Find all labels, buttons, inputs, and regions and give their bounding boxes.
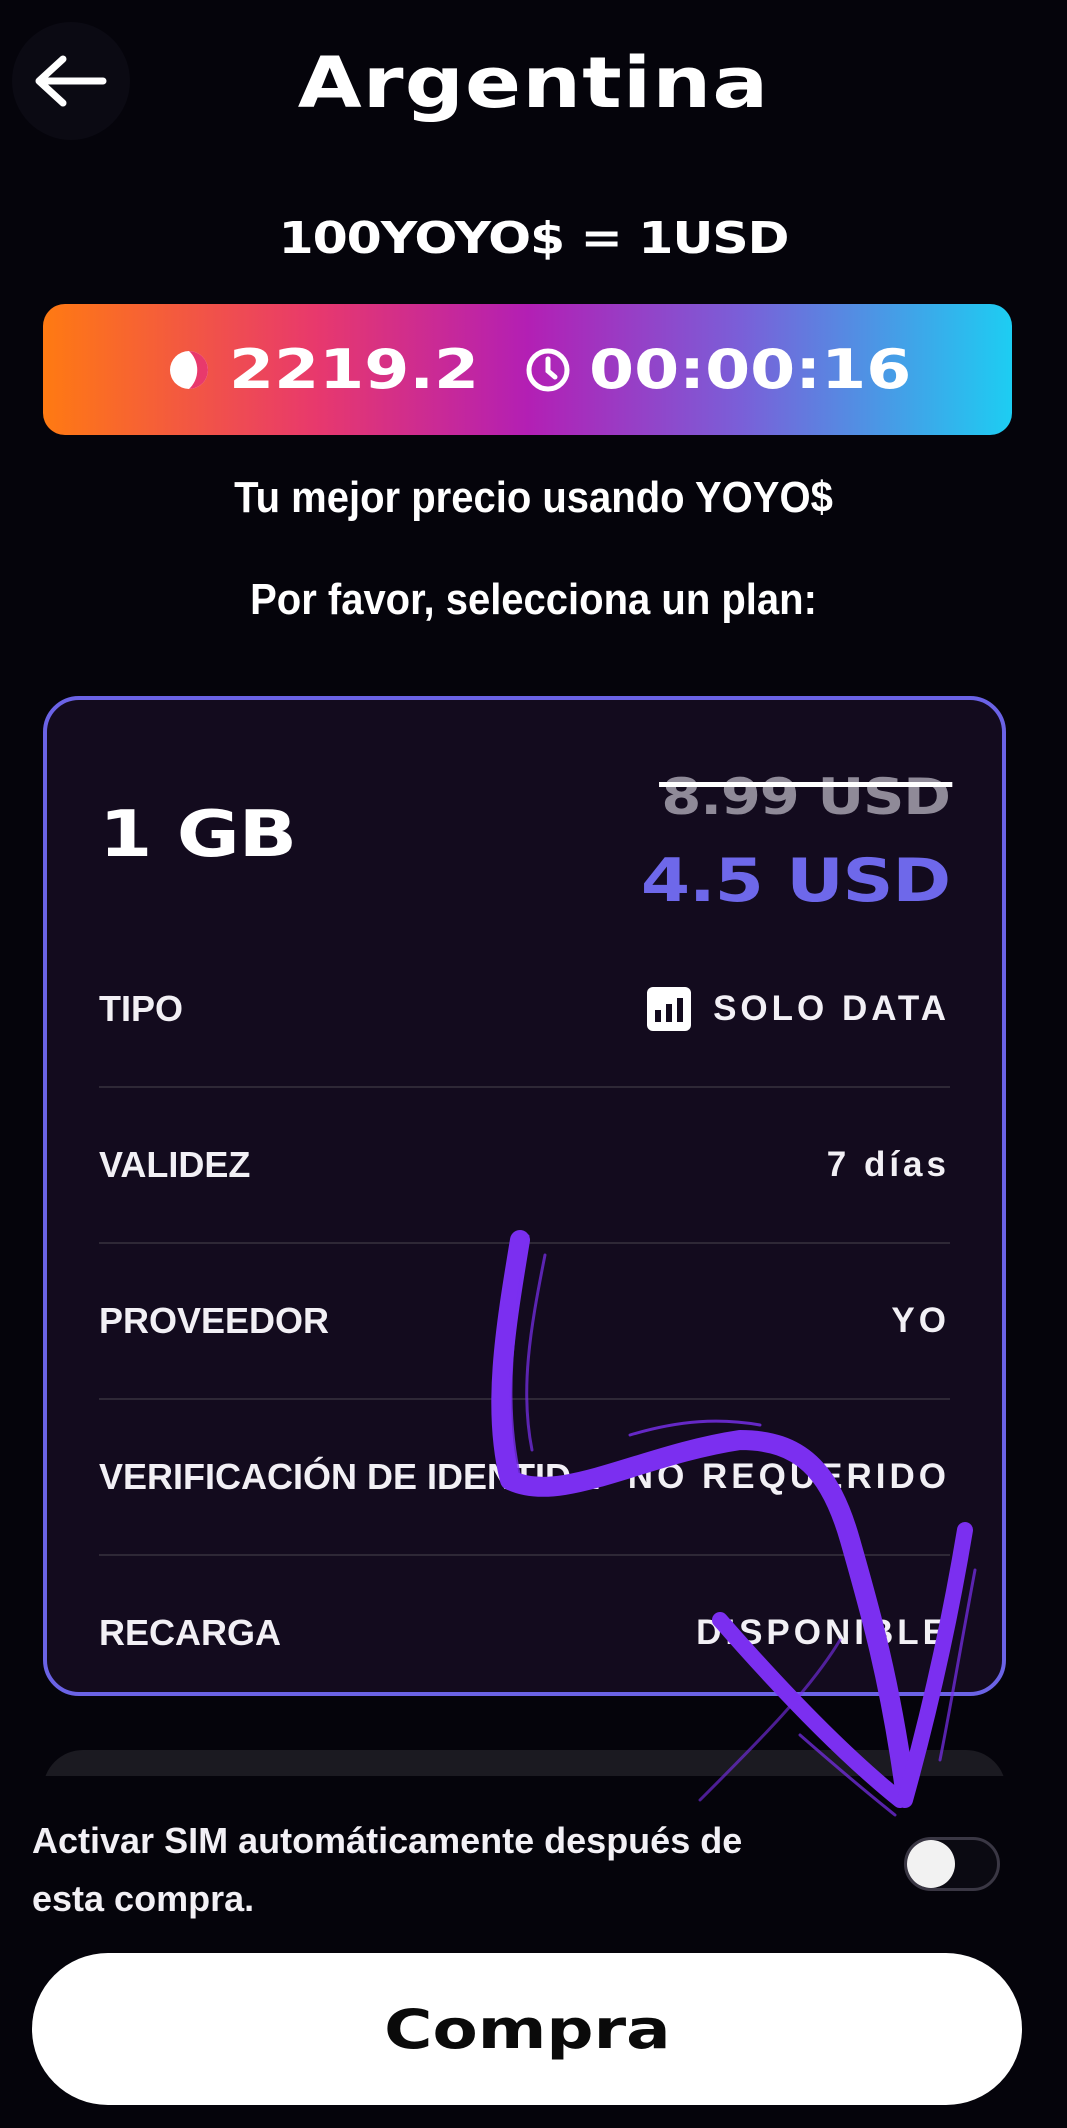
auto-activate-label: Activar SIM automáticamente después de e… (32, 1820, 743, 1919)
row-label: VALIDEZ (99, 1144, 251, 1185)
row-value: SOLO DATA (647, 987, 950, 1031)
detail-row-type: TIPO SOLO DATA (99, 932, 950, 1088)
row-label: RECARGA (99, 1612, 282, 1653)
plan-data-size: 1 GB (99, 798, 297, 872)
detail-row-provider: PROVEEDOR YO (99, 1244, 950, 1400)
exchange-rate: 100YOYO$ = 1USD (278, 213, 790, 264)
balance-group: 2219.2 (167, 338, 479, 401)
row-label: TIPO (99, 988, 184, 1029)
timer-group: 00:00:16 (525, 338, 912, 401)
row-label: PROVEEDOR (99, 1300, 330, 1341)
select-plan-text: Por favor, selecciona un plan: (250, 576, 817, 624)
row-value: 7 días (826, 1145, 950, 1184)
page-title: Argentina (297, 42, 770, 124)
toggle-knob (907, 1840, 955, 1888)
clock-icon (526, 348, 570, 391)
balance-value: 2219.2 (228, 338, 480, 401)
row-value: DISPONIBLE (696, 1613, 950, 1652)
detail-row-recharge: RECARGA DISPONIBLE (99, 1556, 950, 1710)
new-price: 4.5 USD (640, 846, 951, 916)
old-price: 8.99 USD (659, 768, 953, 826)
detail-row-validity: VALIDEZ 7 días (99, 1088, 950, 1244)
bar-chart-icon (647, 987, 692, 1031)
row-value: YO (891, 1301, 950, 1340)
type-value: SOLO DATA (713, 989, 950, 1028)
plan-details: TIPO SOLO DATA VALIDEZ 7 días PROVEEDOR … (99, 932, 950, 1710)
row-value: NO REQUERIDO (627, 1457, 950, 1496)
coin-icon (169, 350, 208, 389)
best-price-text: Tu mejor precio usando YOYO$ (234, 474, 833, 522)
buy-button-label: Compra (383, 1997, 671, 2061)
auto-activate-toggle[interactable] (904, 1837, 1000, 1891)
detail-row-identity-verification: VERIFICACIÓN DE IDENTID... NO REQUERIDO (99, 1400, 950, 1556)
balance-banner: 2219.2 00:00:16 (43, 304, 1012, 435)
buy-button[interactable]: Compra (32, 1953, 1022, 2105)
timer-value: 00:00:16 (589, 338, 912, 401)
plan-card[interactable]: 1 GB 8.99 USD 4.5 USD TIPO SOLO DATA VAL… (43, 696, 1006, 1696)
row-label: VERIFICACIÓN DE IDENTID... (99, 1456, 602, 1497)
